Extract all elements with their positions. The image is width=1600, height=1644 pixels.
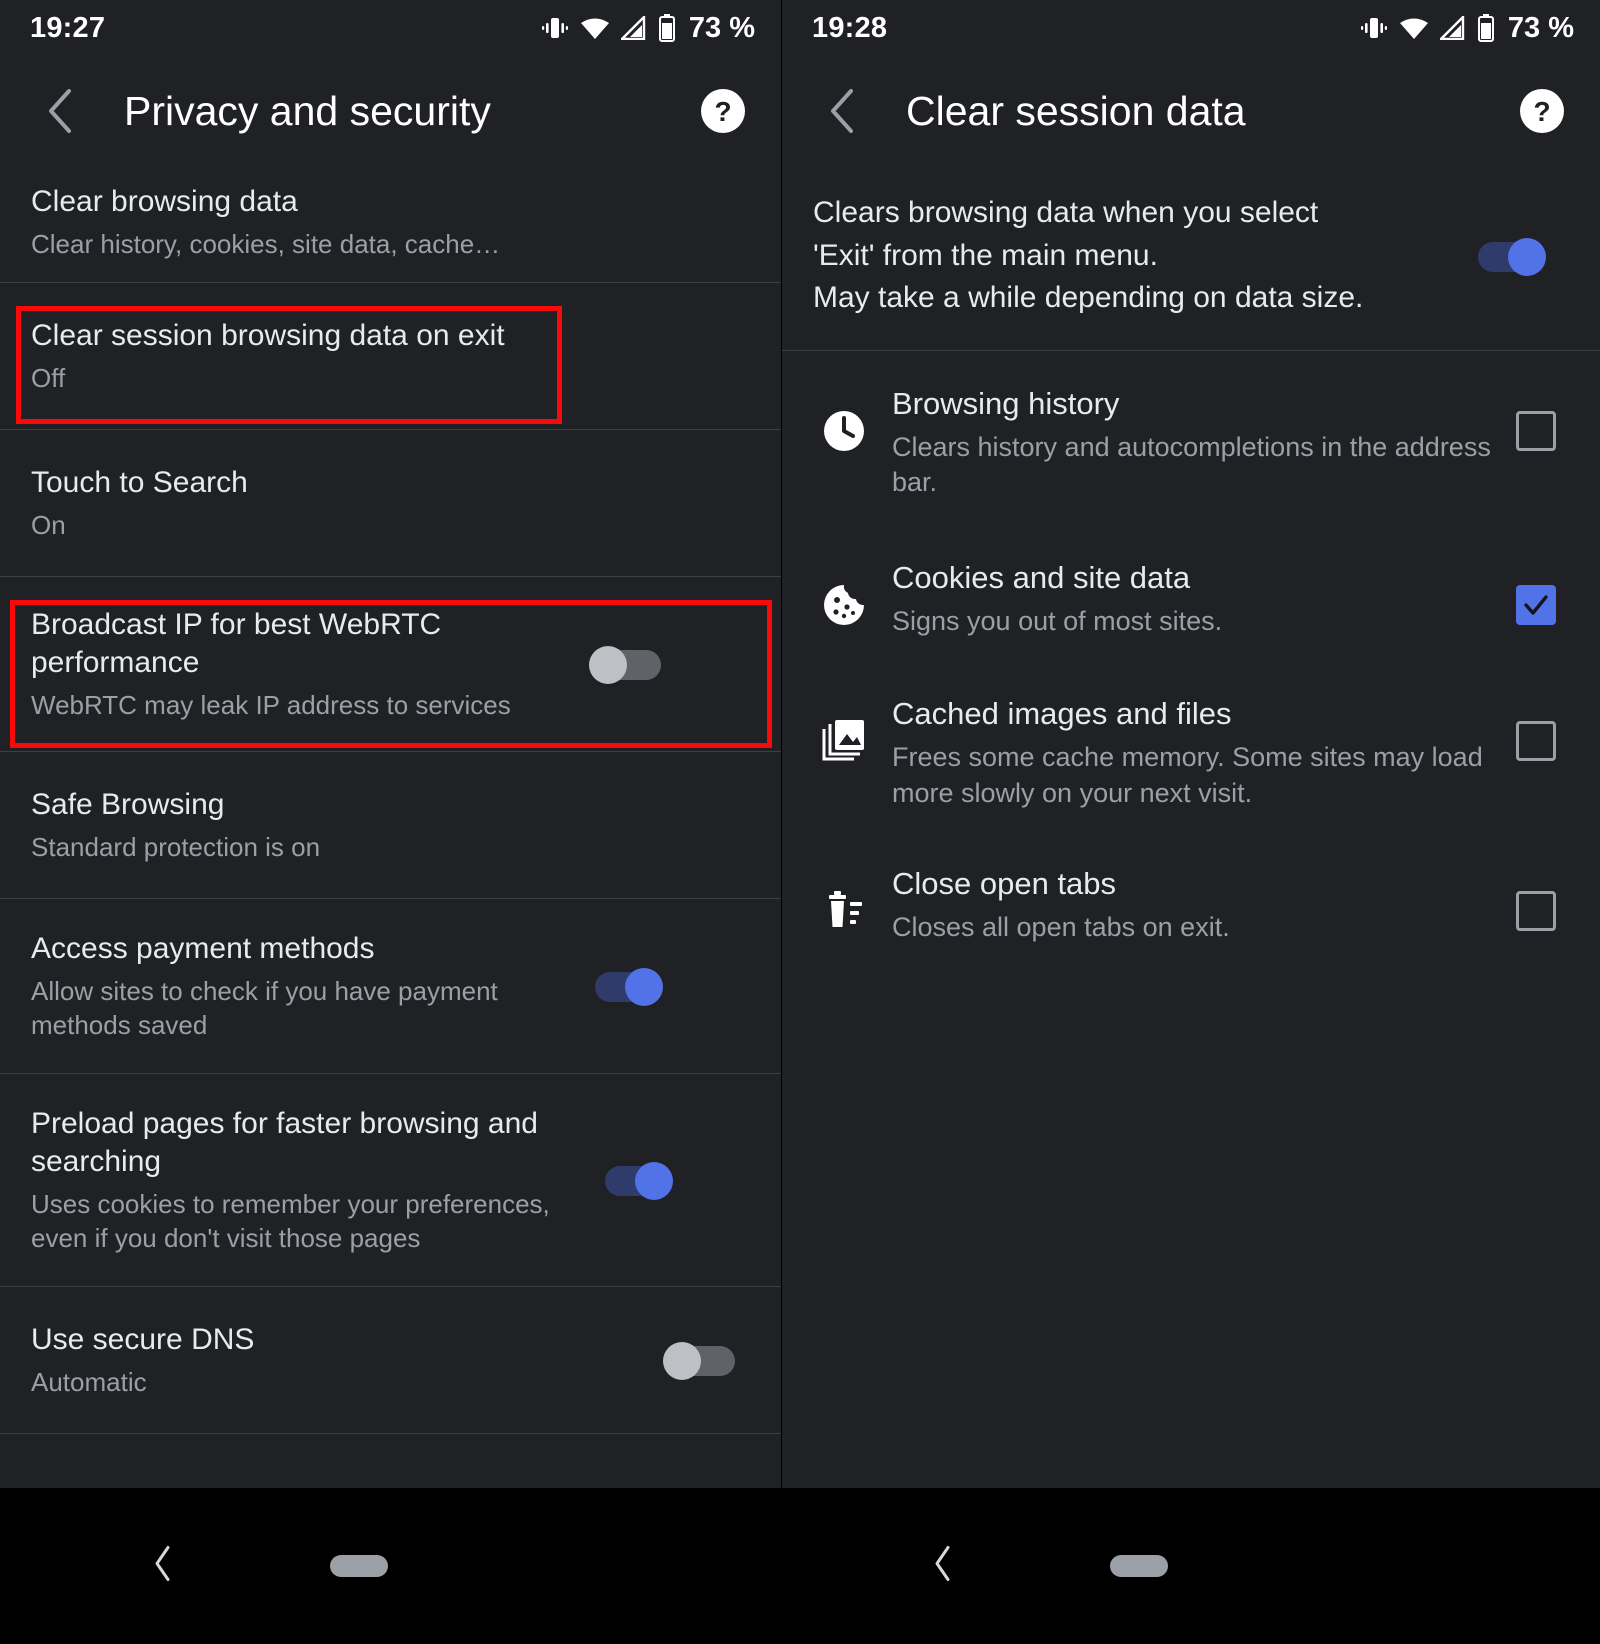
row-subtitle: Clear history, cookies, site data, cache…: [31, 228, 501, 259]
row-subtitle: Uses cookies to remember your preference…: [31, 1188, 550, 1253]
list-item[interactable]: Cookies and site data Signs you out of m…: [782, 527, 1600, 665]
settings-list: Clear browsing data Clear history, cooki…: [0, 166, 781, 1434]
option-title: Close open tabs: [892, 866, 1117, 902]
row-title: Use secure DNS: [31, 1323, 255, 1357]
battery-percentage: 73 %: [1507, 11, 1574, 44]
list-item[interactable]: Use secure DNS Automatic: [0, 1287, 781, 1433]
svg-text:?: ?: [714, 96, 731, 127]
nav-home-pill-icon[interactable]: [1110, 1555, 1168, 1577]
toggle-knob: [635, 1162, 673, 1200]
nav-home-pill-icon[interactable]: [330, 1555, 388, 1577]
option-subtitle: Closes all open tabs on exit.: [892, 912, 1230, 943]
vibrate-icon: [1360, 15, 1388, 41]
page-title: Privacy and security: [124, 87, 491, 134]
panels-container: 19:27 73 % Privacy and security ? Clear …: [0, 0, 1600, 1488]
dual-screenshot-composite: 19:27 73 % Privacy and security ? Clear …: [0, 0, 1600, 1644]
battery-percentage: 73 %: [688, 11, 755, 44]
row-title: Preload pages for faster browsing and se…: [31, 1107, 538, 1178]
back-chevron-icon[interactable]: [816, 83, 872, 139]
close-open-tabs-checkbox[interactable]: [1516, 891, 1556, 932]
status-icon-group: 73 %: [1360, 12, 1574, 45]
description-line-2: 'Exit' from the main menu.: [813, 238, 1158, 272]
list-item[interactable]: Safe Browsing Standard protection is on: [0, 752, 781, 898]
row-subtitle: On: [31, 509, 66, 540]
help-icon[interactable]: ?: [699, 87, 747, 135]
page-title: Clear session data: [906, 87, 1246, 134]
row-subtitle: Automatic: [31, 1366, 147, 1397]
wifi-icon: [1399, 16, 1429, 40]
vibrate-icon: [541, 15, 569, 41]
system-navigation-bar: [0, 1488, 1600, 1644]
right-app-bar: Clear session data ?: [782, 56, 1600, 166]
clear-session-data-master-toggle[interactable]: [1474, 237, 1548, 276]
description-line-3: May take a while depending on data size.: [813, 281, 1364, 315]
toggle-knob: [625, 968, 663, 1006]
list-item[interactable]: Broadcast IP for best WebRTC performance…: [0, 577, 781, 751]
option-title: Browsing history: [892, 385, 1120, 421]
description-text: Clears browsing data when you select 'Ex…: [813, 192, 1474, 320]
photo-library-icon: [796, 695, 892, 765]
svg-text:?: ?: [1533, 96, 1550, 127]
list-item[interactable]: Touch to Search On: [0, 430, 781, 576]
delete-sweep-icon: [796, 865, 892, 935]
description-line-1: Clears browsing data when you select: [813, 196, 1319, 229]
row-title: Clear browsing data: [31, 185, 298, 219]
option-subtitle: Signs you out of most sites.: [892, 605, 1223, 636]
clear-session-description-row[interactable]: Clears browsing data when you select 'Ex…: [782, 166, 1600, 350]
battery-icon: [658, 14, 676, 42]
right-status-bar: 19:28 73 %: [782, 0, 1600, 56]
row-title: Broadcast IP for best WebRTC performance: [31, 608, 442, 679]
row-subtitle: Off: [31, 362, 66, 393]
list-item[interactable]: Clear browsing data Clear history, cooki…: [0, 166, 781, 282]
signal-icon: [620, 16, 647, 40]
status-clock: 19:28: [812, 11, 888, 44]
row-title: Safe Browsing: [31, 788, 225, 822]
nav-left: [0, 1488, 800, 1644]
secure-dns-toggle[interactable]: [663, 1342, 739, 1380]
list-item[interactable]: Preload pages for faster browsing and se…: [0, 1074, 781, 1286]
payment-methods-toggle[interactable]: [591, 968, 665, 1006]
preload-pages-toggle[interactable]: [601, 1162, 675, 1200]
option-title: Cached images and files: [892, 696, 1232, 732]
status-clock: 19:27: [30, 11, 106, 44]
clock-icon: [796, 385, 892, 455]
option-subtitle: Clears history and autocompletions in th…: [892, 431, 1491, 498]
cookie-icon: [796, 559, 892, 629]
divider: [0, 1433, 781, 1434]
list-item[interactable]: Close open tabs Closes all open tabs on …: [782, 837, 1600, 971]
list-item[interactable]: Access payment methods Allow sites to ch…: [0, 899, 781, 1073]
row-subtitle: Allow sites to check if you have payment…: [31, 975, 498, 1040]
left-app-bar: Privacy and security ?: [0, 56, 781, 166]
signal-icon: [1439, 16, 1466, 40]
right-panel-clear-session-data: 19:28 73 % Clear session data ? Clears b…: [782, 0, 1600, 1488]
left-panel-privacy-and-security: 19:27 73 % Privacy and security ? Clear …: [0, 0, 782, 1488]
toggle-knob: [663, 1342, 701, 1380]
status-icon-group: 73 %: [541, 12, 755, 45]
list-item[interactable]: Cached images and files Frees some cache…: [782, 665, 1600, 837]
row-subtitle: WebRTC may leak IP address to services: [31, 689, 511, 720]
list-item[interactable]: Clear session browsing data on exit Off: [0, 283, 781, 429]
list-item[interactable]: Browsing history Clears history and auto…: [782, 351, 1600, 527]
left-status-bar: 19:27 73 %: [0, 0, 781, 56]
option-title: Cookies and site data: [892, 559, 1191, 595]
help-icon[interactable]: ?: [1518, 87, 1566, 135]
nav-back-icon[interactable]: [150, 1544, 176, 1589]
row-subtitle: Standard protection is on: [31, 831, 321, 862]
back-chevron-icon[interactable]: [34, 83, 90, 139]
row-title: Touch to Search: [31, 466, 248, 500]
check-icon: [1524, 595, 1548, 615]
toggle-knob: [589, 646, 627, 684]
option-subtitle: Frees some cache memory. Some sites may …: [892, 742, 1483, 808]
webrtc-toggle[interactable]: [589, 646, 665, 684]
row-title: Access payment methods: [31, 932, 375, 966]
nav-right: [800, 1488, 1600, 1644]
browsing-history-checkbox[interactable]: [1516, 410, 1556, 451]
toggle-knob: [1508, 237, 1546, 276]
cached-images-and-files-checkbox[interactable]: [1516, 721, 1556, 762]
nav-back-icon[interactable]: [930, 1544, 956, 1589]
battery-icon: [1477, 14, 1495, 42]
cookies-and-site-data-checkbox[interactable]: [1516, 584, 1556, 625]
row-title: Clear session browsing data on exit: [31, 319, 505, 353]
wifi-icon: [580, 16, 610, 40]
